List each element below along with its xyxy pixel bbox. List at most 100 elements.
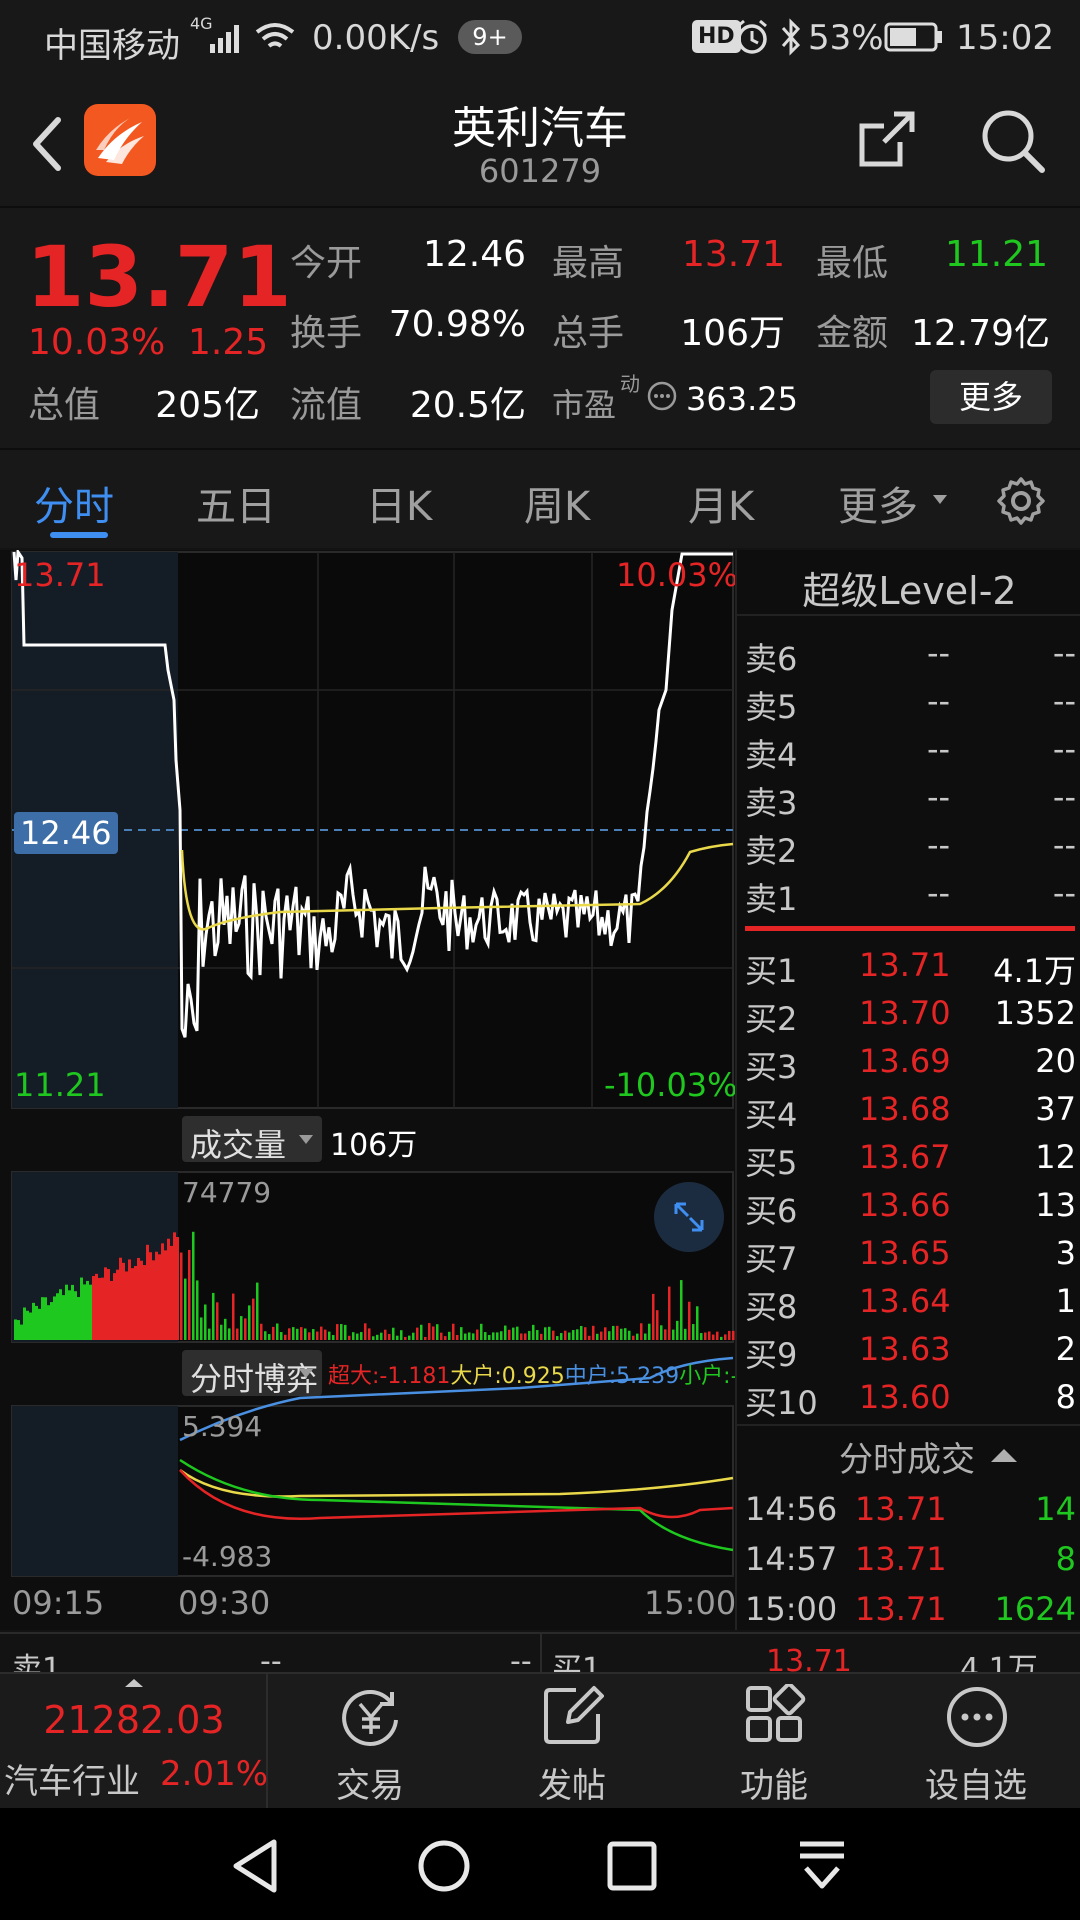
volume-bar [564,1330,567,1340]
volume-bar [110,1280,113,1340]
collapse-up-icon[interactable] [989,1446,1019,1464]
bid-price: 13.71 [859,946,951,984]
alarm-icon [737,19,767,54]
info-dots-icon[interactable] [646,380,678,412]
back-triangle-icon[interactable] [230,1838,282,1894]
bid-row[interactable]: 买2 13.70 1352 [737,992,1080,1040]
industry-index[interactable]: 21282.03 汽车行业 2.01% [0,1674,268,1810]
volume-bar [128,1259,131,1340]
volume-bar [125,1271,128,1340]
bid-row[interactable]: 买9 13.63 2 [737,1328,1080,1376]
volume-bar [122,1262,125,1340]
volume-bar [68,1290,71,1340]
nav-watchlist[interactable]: 设自选 [876,1674,1076,1810]
volume-bar [556,1336,559,1340]
high-label: 最高 [552,243,625,284]
system-navigation-bar [0,1808,1080,1920]
back-icon[interactable] [28,114,64,174]
volume-bar [161,1243,164,1340]
clock: 15:02 [956,18,1054,58]
ask-row[interactable]: 卖1 -- -- [737,872,1080,920]
volume-bar [544,1327,547,1340]
volume-bar [104,1267,107,1340]
level1-strip[interactable]: 卖1 -- -- 买1 13.71 4.1万 [0,1632,1080,1672]
volume-bar [468,1332,471,1340]
bid-row[interactable]: 买8 13.64 1 [737,1280,1080,1328]
dropdown-icon [299,1369,313,1378]
more-button[interactable]: 更多 [930,370,1052,424]
volume-bar [62,1295,65,1340]
volume-indicator-selector[interactable]: 成交量 [182,1116,322,1164]
trade-time: 14:56 [745,1490,838,1528]
recents-square-icon[interactable] [606,1840,658,1892]
bid-row[interactable]: 买5 13.67 12 [737,1136,1080,1184]
strip-bid-label: 买1 [552,1652,602,1672]
volume-bar [528,1330,531,1340]
signal-icon [210,25,239,53]
settings-gear-icon[interactable] [994,474,1048,528]
volume-bar [29,1312,32,1340]
home-circle-icon[interactable] [416,1838,472,1894]
bid-row[interactable]: 买4 13.68 37 [737,1088,1080,1136]
bid-row[interactable]: 买6 13.66 13 [737,1184,1080,1232]
volume-bar [508,1329,511,1340]
notification-pulldown-icon[interactable] [796,1838,848,1894]
open-value: 12.46 [422,234,526,275]
time-axis-start: 09:15 [12,1584,105,1622]
order-book-title[interactable]: 超级Level-2 [737,560,1080,615]
share-icon[interactable] [856,108,918,170]
ask-row[interactable]: 卖3 -- -- [737,776,1080,824]
tab-daily-k[interactable]: 日K [366,474,432,532]
volume-bar [688,1301,691,1340]
volume-bar [71,1284,74,1340]
industry-change: 2.01% [160,1754,269,1794]
change-percent: 10.03% [28,322,166,363]
volume-bar [316,1331,319,1340]
expand-button[interactable] [654,1182,724,1252]
trades-title[interactable]: 分时成交 [839,1432,975,1481]
bid-row[interactable]: 买1 13.71 4.1万 [737,944,1080,992]
volume-bar [536,1330,539,1340]
game-indicator-selector[interactable]: 分时博弈 [182,1350,322,1398]
volume-bar [660,1325,663,1340]
ask-row[interactable]: 卖4 -- -- [737,728,1080,776]
ask-price: -- [927,778,951,816]
prev-close-badge: 12.46 [14,812,118,854]
bid-row[interactable]: 买7 13.65 3 [737,1232,1080,1280]
carrier-label: 中国移动 [44,26,180,66]
bid-price: 13.60 [859,1378,951,1416]
nav-trade[interactable]: 交易 [270,1674,470,1810]
notification-badge: 9+ [458,20,522,54]
volume-bar [158,1254,161,1340]
tab-more[interactable]: 更多 [838,474,918,532]
ask-volume: -- [1052,778,1076,816]
bid-row[interactable]: 买3 13.69 20 [737,1040,1080,1088]
search-icon[interactable] [980,108,1046,174]
volume-bar [728,1330,731,1340]
ask-volume: -- [1052,682,1076,720]
trade-time: 15:00 [745,1590,838,1628]
ask-row[interactable]: 卖2 -- -- [737,824,1080,872]
volume-bar [372,1336,375,1340]
bid-volume: 12 [1035,1138,1076,1176]
trade-volume: 1624 [994,1590,1076,1628]
bid-row[interactable]: 买10 13.60 8 [737,1376,1080,1424]
tab-monthly-k[interactable]: 月K [688,474,754,532]
nav-post[interactable]: 发帖 [472,1674,672,1810]
ask-row[interactable]: 卖6 -- -- [737,632,1080,680]
ask-row[interactable]: 卖5 -- -- [737,680,1080,728]
volume-bar [608,1331,611,1340]
volume-bar [676,1320,679,1340]
volume-bar [416,1327,419,1340]
tab-five-day[interactable]: 五日 [196,474,276,532]
quote-panel: 13.71 10.03% 1.25 总值 205亿 今开 12.46 最高 13… [0,208,1080,448]
strip-ask-vol: -- [510,1644,532,1672]
volume-bar [167,1238,170,1340]
volume-bar [180,1252,183,1340]
tab-weekly-k[interactable]: 周K [524,474,590,532]
volume-bar [300,1327,303,1340]
volume-bar [656,1310,659,1340]
volume-bar [604,1327,607,1340]
nav-functions[interactable]: 功能 [674,1674,874,1810]
tab-intraday[interactable]: 分时 [34,474,114,532]
